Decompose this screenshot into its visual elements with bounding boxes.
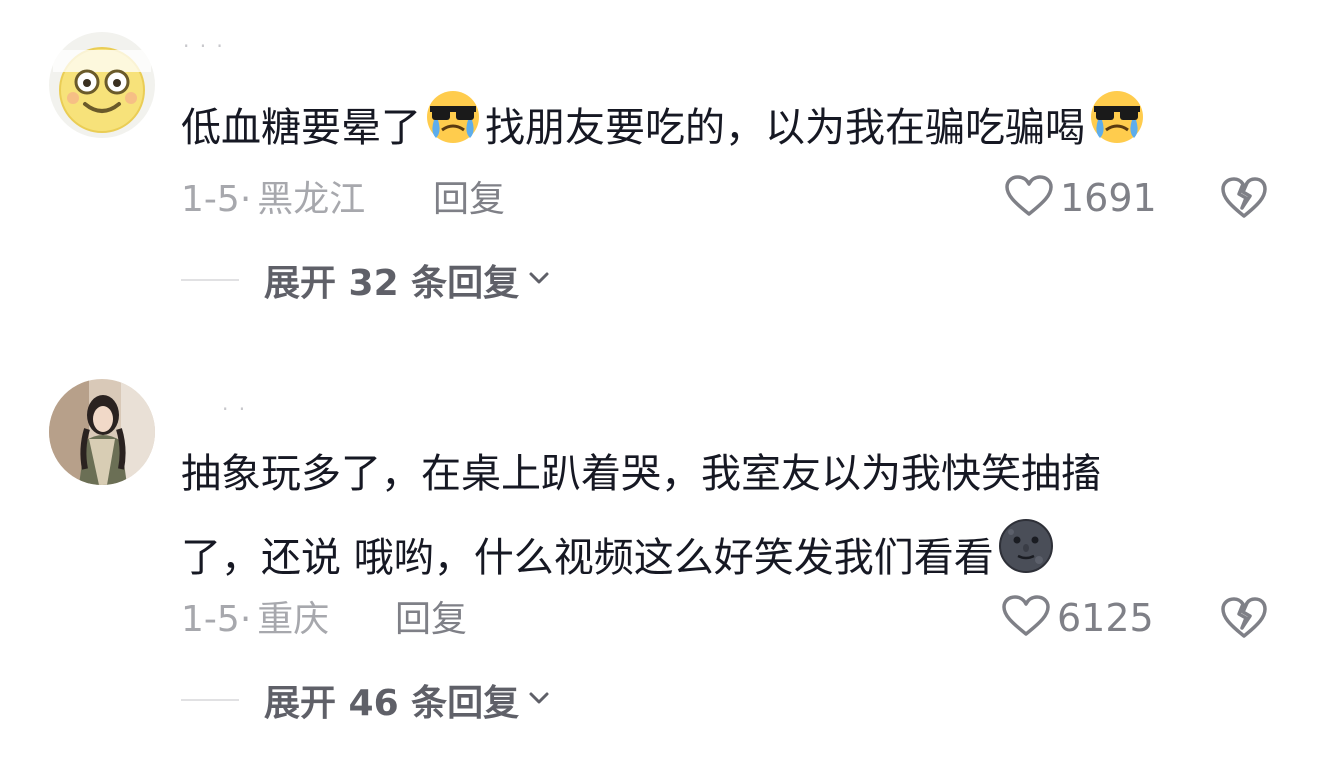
comment-location: 黑龙江: [257, 179, 366, 220]
dislike-button[interactable]: [1220, 596, 1268, 640]
dislike-button[interactable]: [1220, 176, 1268, 220]
meta-separator: ·: [239, 599, 252, 640]
heart-icon: [1004, 174, 1054, 222]
user-photo-avatar-image: [49, 379, 155, 485]
expand-replies-label[interactable]: 展开 46 条回复: [264, 674, 519, 726]
new-moon-face-emoji-icon: [997, 518, 1055, 603]
comment-meta: 1-5· 黑龙江: [181, 178, 365, 222]
reply-button[interactable]: 回复: [395, 598, 467, 642]
chevron-down-icon: [527, 268, 551, 292]
reply-button[interactable]: 回复: [433, 178, 505, 222]
comment-text-part: 低血糖要晕了: [181, 105, 421, 151]
like-count: 1691: [1060, 176, 1157, 220]
comment-location: 重庆: [257, 599, 330, 640]
divider-line: [181, 279, 239, 281]
username[interactable]: · ·: [222, 397, 247, 421]
avatar[interactable]: [49, 32, 155, 138]
comment-text-part: 找朋友要吃的，以为我在骗吃骗喝: [485, 105, 1085, 151]
comment-text-part: 了，还说 哦哟，什么视频这么好笑发我们看看: [181, 535, 994, 581]
like-count: 6125: [1057, 596, 1154, 640]
expand-replies-label[interactable]: 展开 32 条回复: [264, 254, 519, 306]
comment-text: 低血糖要晕了 找朋友要吃的，以为我在骗吃骗喝: [181, 86, 1261, 173]
sunglasses-crying-emoji-icon: [424, 88, 482, 173]
comment-text-line-2: 了，还说 哦哟，什么视频这么好笑发我们看看: [181, 516, 1261, 603]
heart-icon: [1001, 594, 1051, 642]
username[interactable]: · · ·: [183, 34, 225, 58]
like-button[interactable]: 6125: [1001, 594, 1154, 642]
comment-date: 1-5: [181, 179, 240, 220]
broken-heart-icon: [1221, 597, 1267, 638]
sunglasses-crying-emoji-icon: [1088, 88, 1146, 173]
divider-line: [181, 699, 239, 701]
comment-date: 1-5: [181, 599, 240, 640]
comment-text-line: 抽象玩多了，在桌上趴着哭，我室友以为我快笑抽搐: [181, 451, 1101, 497]
expand-replies[interactable]: 展开 32 条回复: [181, 258, 551, 304]
avatar[interactable]: [49, 379, 155, 485]
comment-text: 抽象玩多了，在桌上趴着哭，我室友以为我快笑抽搐 了，还说 哦哟，什么视频这么好笑…: [181, 432, 1261, 603]
comment-meta: 1-5· 重庆: [181, 598, 329, 642]
expand-replies[interactable]: 展开 46 条回复: [181, 678, 551, 724]
broken-heart-icon: [1221, 177, 1267, 218]
emoji-avatar-image: [49, 32, 155, 138]
chevron-down-icon: [527, 688, 551, 712]
like-button[interactable]: 1691: [1004, 174, 1157, 222]
meta-separator: ·: [239, 179, 252, 220]
